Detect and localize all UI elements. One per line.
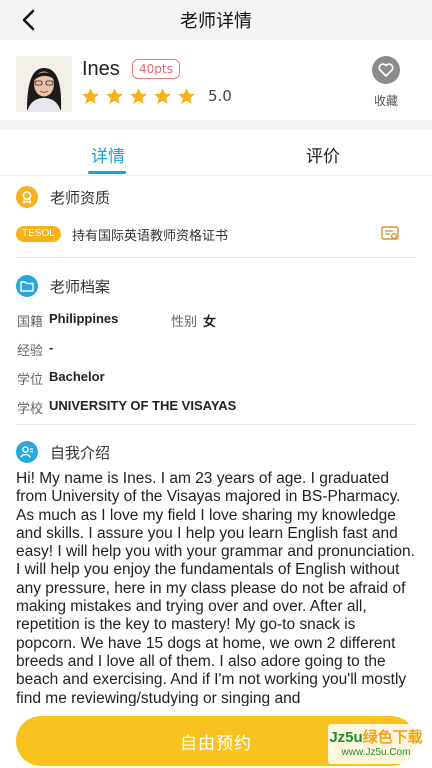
- heart-icon: [372, 56, 400, 84]
- intro-title: 自我介绍: [50, 443, 111, 462]
- school-value: UNIVERSITY OF THE VISAYAS: [49, 398, 237, 413]
- gender-value: 女: [203, 314, 217, 329]
- teacher-name: Ines: [82, 58, 120, 80]
- tesol-badge: TESOL: [16, 226, 61, 242]
- user-card-icon: [16, 441, 38, 463]
- degree-label: 学位: [17, 373, 44, 388]
- teacher-header: Ines 40pts 5.0 收藏: [0, 40, 432, 120]
- star-icon: [178, 88, 195, 104]
- tab-reviews[interactable]: 评价: [306, 142, 340, 167]
- qualification-title: 老师资质: [50, 188, 111, 207]
- intro-header: 自我介绍: [16, 441, 110, 463]
- teacher-detail-page: 老师详情 Ines 40pts 5.0 收藏 详情 评价 老师资质 TESOL …: [0, 0, 432, 768]
- star-icon: [130, 88, 147, 104]
- degree-value: Bachelor: [49, 369, 105, 384]
- experience-label: 经验: [17, 344, 44, 359]
- profile-title: 老师档案: [50, 277, 111, 296]
- active-tab-indicator: [88, 171, 126, 174]
- divider: [16, 257, 416, 258]
- watermark-logo: Jz5u绿色下载 www.Jz5u.Com: [328, 724, 424, 764]
- divider: [16, 424, 416, 425]
- top-nav-bar: 老师详情: [0, 0, 432, 40]
- certificate-icon[interactable]: [381, 226, 399, 242]
- tab-bar: 详情 评价: [0, 130, 432, 176]
- avatar[interactable]: [16, 56, 72, 112]
- section-gap: [0, 120, 432, 130]
- intro-text: Hi! My name is Ines. I am 23 years of ag…: [16, 470, 415, 706]
- favorite-button[interactable]: 收藏: [366, 56, 406, 109]
- profile-header: 老师档案: [16, 275, 110, 297]
- nationality-value: Philippines: [49, 311, 119, 326]
- folder-icon: [16, 275, 38, 297]
- star-icon: [154, 88, 171, 104]
- chevron-left-icon: [22, 9, 35, 31]
- points-badge: 40pts: [132, 59, 180, 79]
- qualification-header: 老师资质: [16, 186, 110, 208]
- nationality-label: 国籍: [17, 315, 44, 330]
- gender-label: 性别: [171, 315, 198, 330]
- award-icon: [16, 186, 38, 208]
- favorite-label: 收藏: [373, 94, 398, 108]
- star-icon: [106, 88, 123, 104]
- qualification-text: 持有国际英语教师资格证书: [72, 229, 229, 244]
- rating-score: 5.0: [208, 87, 232, 105]
- rating-stars: [81, 87, 196, 106]
- school-label: 学校: [17, 402, 44, 417]
- watermark-brand: Jz5u绿色下载: [329, 729, 423, 746]
- tab-details[interactable]: 详情: [91, 142, 125, 167]
- watermark-url: www.Jz5u.Com: [341, 747, 411, 758]
- star-icon: [82, 88, 99, 104]
- page-title: 老师详情: [180, 11, 252, 32]
- back-button[interactable]: [12, 4, 44, 36]
- experience-value: -: [49, 340, 54, 355]
